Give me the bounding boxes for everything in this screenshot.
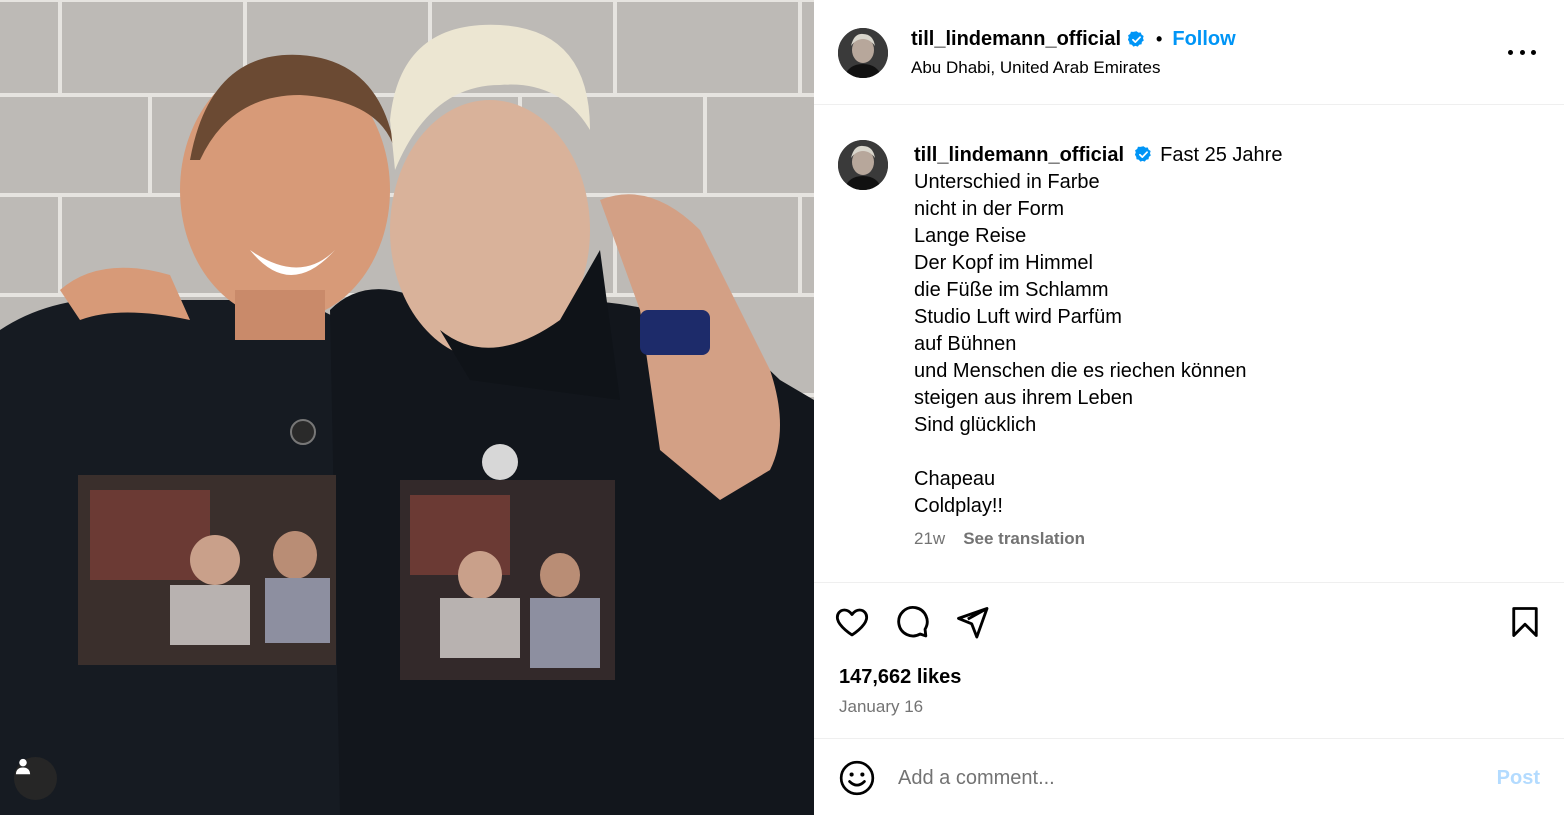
- comment-input[interactable]: [898, 761, 1458, 795]
- post-photo-image: [0, 0, 814, 815]
- post-comment-button[interactable]: Post: [1497, 767, 1540, 790]
- post-date[interactable]: January 16: [839, 697, 923, 717]
- emoji-button[interactable]: [838, 759, 876, 797]
- share-icon: [957, 607, 989, 639]
- separator-dot: •: [1156, 29, 1163, 49]
- caption-username[interactable]: till_lindemann_official: [914, 144, 1124, 166]
- heart-icon: [835, 608, 869, 637]
- avatar[interactable]: [838, 28, 888, 78]
- verified-badge-icon: [1127, 31, 1144, 47]
- caption-lines: Unterschied in Farbe nicht in der Form Lan…: [914, 169, 1534, 520]
- post-photo[interactable]: [0, 0, 814, 815]
- caption-avatar[interactable]: [838, 140, 888, 190]
- emoji-icon: [839, 760, 875, 796]
- divider: [814, 582, 1564, 583]
- post-header: till_lindemann_official • Follow Abu Dha…: [814, 0, 1564, 105]
- more-options-button[interactable]: [1508, 42, 1536, 62]
- user-tag-button[interactable]: [14, 757, 57, 800]
- caption-line: und Menschen die es riechen können: [914, 360, 1247, 382]
- caption-line: Studio Luft wird Parfüm: [914, 306, 1122, 328]
- see-translation-button[interactable]: See translation: [963, 529, 1085, 549]
- comment-button[interactable]: [893, 603, 931, 641]
- caption-text: till_lindemann_official Fast 25 Jahre Un…: [914, 142, 1534, 520]
- likes-count[interactable]: 147,662 likes: [839, 666, 961, 689]
- caption-line: steigen aus ihrem Leben: [914, 387, 1134, 409]
- caption-section: till_lindemann_official Fast 25 Jahre Un…: [814, 105, 1564, 583]
- caption-line: [914, 439, 1534, 466]
- avatar-image: [838, 28, 888, 78]
- caption-line: auf Bühnen: [914, 333, 1017, 355]
- save-button[interactable]: [1506, 603, 1544, 641]
- follow-button[interactable]: Follow: [1172, 28, 1235, 51]
- post-location[interactable]: Abu Dhabi, United Arab Emirates: [911, 58, 1160, 78]
- more-options-icon: [1508, 49, 1513, 55]
- caption-line: Chapeau: [914, 468, 996, 490]
- like-button[interactable]: [833, 603, 871, 641]
- bookmark-icon: [1512, 607, 1538, 637]
- caption-meta: 21w See translation: [914, 529, 1085, 549]
- author-username[interactable]: till_lindemann_official: [911, 28, 1121, 51]
- caption-line: Unterschied in Farbe: [914, 171, 1100, 193]
- action-bar: [835, 603, 1544, 641]
- caption-line: Coldplay!!: [914, 495, 1003, 517]
- avatar-image: [838, 140, 888, 190]
- share-button[interactable]: [953, 603, 991, 641]
- caption-line: nicht in der Form: [914, 198, 1065, 220]
- comment-box: Post: [814, 739, 1564, 815]
- caption-first-line: Fast 25 Jahre: [1160, 144, 1283, 166]
- user-tag-icon: [15, 758, 31, 775]
- caption-line: Sind glücklich: [914, 414, 1037, 436]
- verified-badge-icon: [1134, 146, 1151, 162]
- comment-icon: [897, 606, 929, 638]
- post-age[interactable]: 21w: [914, 529, 945, 549]
- post-details-panel: till_lindemann_official • Follow Abu Dha…: [814, 0, 1564, 815]
- caption-line: Der Kopf im Himmel: [914, 252, 1093, 274]
- caption-line: Lange Reise: [914, 225, 1027, 247]
- caption-line: die Füße im Schlamm: [914, 279, 1109, 301]
